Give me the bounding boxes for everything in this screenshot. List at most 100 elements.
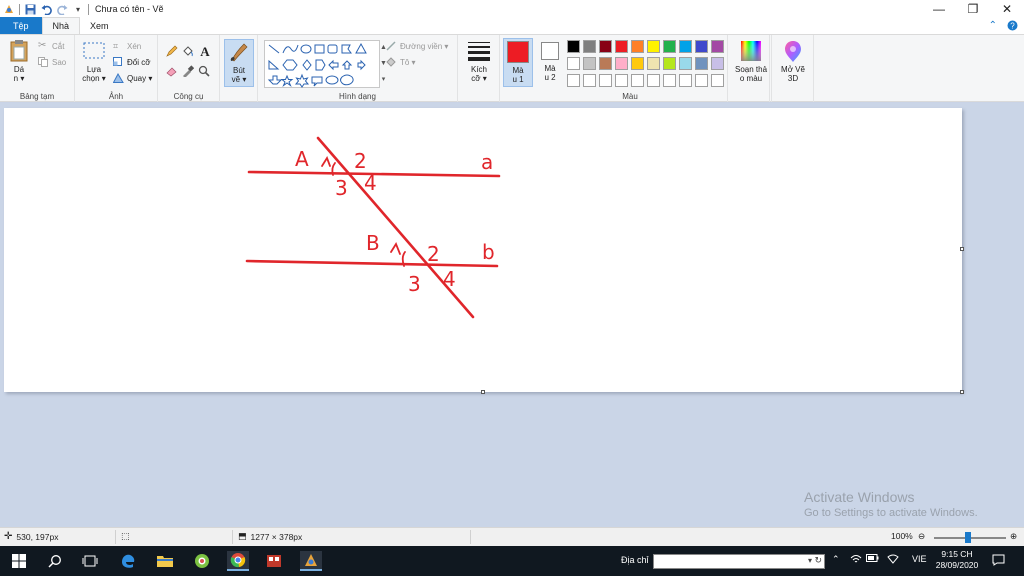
palette-color-swatch[interactable] — [583, 57, 596, 70]
close-button[interactable]: ✕ — [990, 0, 1024, 18]
palette-color-swatch[interactable] — [631, 57, 644, 70]
palette-custom-swatch[interactable] — [615, 74, 628, 87]
magnifier-icon[interactable] — [198, 65, 210, 77]
palette-color-swatch[interactable] — [695, 57, 708, 70]
taskbar-chrome[interactable] — [227, 551, 249, 571]
tray-battery-icon[interactable] — [866, 554, 879, 564]
copy-button[interactable]: Sao — [38, 57, 66, 67]
rotate-button[interactable]: Quay ▾ — [113, 73, 152, 83]
text-tool-icon[interactable]: A — [198, 44, 212, 58]
taskbar-app-red[interactable] — [263, 551, 285, 571]
fill-bucket-icon[interactable] — [182, 45, 194, 57]
palette-custom-swatch[interactable] — [647, 74, 660, 87]
paint-app-icon[interactable] — [3, 3, 15, 15]
taskbar-app-green[interactable] — [191, 551, 213, 571]
task-view-button[interactable] — [79, 551, 101, 571]
tray-wifi-icon[interactable] — [887, 554, 899, 566]
collapse-ribbon-icon[interactable]: ⌃ — [989, 20, 997, 34]
label-b-angle-3: 3 — [408, 272, 421, 296]
outline-button[interactable]: Đường viền ▾ — [386, 41, 448, 51]
title-bar: ▾ Chưa có tên - Vẽ — ❐ ✕ — [0, 0, 1024, 18]
action-center-icon[interactable] — [992, 554, 1005, 568]
input-language[interactable]: VIE — [912, 554, 927, 564]
palette-color-swatch[interactable] — [567, 40, 580, 53]
drawing-canvas[interactable]: A 2 3 4 a B 2 3 4 b — [4, 108, 962, 392]
clock-time: 9:15 CH — [941, 549, 973, 559]
palette-color-swatch[interactable] — [631, 40, 644, 53]
tray-overflow-icon[interactable]: ⌃ — [832, 554, 840, 565]
redo-icon[interactable] — [56, 3, 68, 15]
size-button[interactable]: Kích cỡ ▾ — [465, 39, 493, 83]
palette-custom-swatch[interactable] — [583, 74, 596, 87]
zoom-out-button[interactable]: ⊖ — [918, 531, 925, 542]
palette-color-swatch[interactable] — [615, 57, 628, 70]
tray-network-icon[interactable] — [850, 554, 862, 566]
palette-color-swatch[interactable] — [711, 40, 724, 53]
shapes-gallery[interactable] — [264, 40, 380, 88]
color1-button[interactable]: Mà u 1 — [503, 38, 533, 87]
taskbar-edge[interactable] — [117, 551, 139, 571]
palette-color-swatch[interactable] — [679, 40, 692, 53]
label-b-angle-2: 2 — [427, 242, 440, 266]
palette-custom-swatch[interactable] — [711, 74, 724, 87]
pencil-icon[interactable] — [166, 45, 178, 57]
cut-button[interactable]: ✂ Cắt — [38, 41, 64, 51]
open-paint3d-button[interactable]: Mở Vẽ 3D — [774, 39, 812, 83]
select-button[interactable]: Lựa chọn ▾ — [80, 39, 108, 83]
palette-color-swatch[interactable] — [711, 57, 724, 70]
scissors-icon: ✂ — [38, 40, 47, 51]
zoom-slider-thumb[interactable] — [965, 532, 971, 543]
palette-custom-swatch[interactable] — [695, 74, 708, 87]
palette-color-swatch[interactable] — [583, 40, 596, 53]
taskbar-clock[interactable]: 9:15 CH 28/09/2020 — [933, 549, 981, 571]
resize-button[interactable]: Đổi cỡ — [113, 57, 150, 67]
palette-color-swatch[interactable] — [663, 40, 676, 53]
undo-icon[interactable] — [40, 3, 52, 15]
palette-custom-swatch[interactable] — [567, 74, 580, 87]
edit-colors-button[interactable]: Soạn thả o màu — [730, 39, 772, 83]
palette-color-swatch[interactable] — [663, 57, 676, 70]
palette-color-swatch[interactable] — [647, 57, 660, 70]
minimize-button[interactable]: — — [922, 0, 956, 18]
start-button[interactable] — [8, 551, 30, 571]
status-separator-2 — [232, 530, 233, 544]
address-go-icon[interactable]: ↻ — [814, 555, 822, 566]
color-picker-icon[interactable] — [182, 65, 194, 77]
palette-custom-swatch[interactable] — [679, 74, 692, 87]
save-icon[interactable] — [24, 3, 36, 15]
palette-color-swatch[interactable] — [679, 57, 692, 70]
resize-handle-right[interactable] — [960, 247, 964, 251]
address-dropdown-icon[interactable]: ▾ — [808, 556, 812, 565]
taskbar: Địa chỉ ▾ ↻ ⌃ VIE 9:15 CH 28/09/2020 — [0, 546, 1024, 576]
chrome-icon — [230, 553, 246, 568]
palette-color-swatch[interactable] — [567, 57, 580, 70]
zoom-in-button[interactable]: ⊕ — [1010, 531, 1017, 542]
tab-file[interactable]: Tệp — [0, 17, 42, 34]
paste-button[interactable]: Dá n ▾ — [6, 39, 32, 83]
palette-custom-swatch[interactable] — [631, 74, 644, 87]
tab-home[interactable]: Nhà — [41, 17, 81, 34]
resize-handle-corner[interactable] — [960, 390, 964, 394]
taskbar-file-explorer[interactable] — [154, 551, 176, 571]
address-input[interactable]: ▾ ↻ — [653, 554, 825, 569]
eraser-icon[interactable] — [166, 65, 178, 77]
crop-button[interactable]: ⌗ Xén — [113, 41, 141, 51]
help-icon[interactable]: ? — [1007, 20, 1018, 34]
taskbar-paint[interactable] — [300, 551, 322, 571]
palette-color-swatch[interactable] — [647, 40, 660, 53]
resize-handle-bottom[interactable] — [481, 390, 485, 394]
palette-custom-swatch[interactable] — [663, 74, 676, 87]
customize-qat-icon[interactable]: ▾ — [72, 3, 84, 15]
search-button[interactable] — [44, 551, 66, 571]
palette-color-swatch[interactable] — [695, 40, 708, 53]
color1-label-2: u 1 — [512, 75, 524, 84]
color2-button[interactable]: Mà u 2 — [536, 40, 564, 82]
fill-button[interactable]: Tô ▾ — [386, 57, 416, 67]
restore-button[interactable]: ❐ — [956, 0, 990, 18]
palette-color-swatch[interactable] — [615, 40, 628, 53]
palette-custom-swatch[interactable] — [599, 74, 612, 87]
palette-color-swatch[interactable] — [599, 57, 612, 70]
brushes-button[interactable]: Bút vẽ ▾ — [224, 39, 254, 87]
palette-color-swatch[interactable] — [599, 40, 612, 53]
tab-view[interactable]: Xem — [80, 17, 119, 34]
